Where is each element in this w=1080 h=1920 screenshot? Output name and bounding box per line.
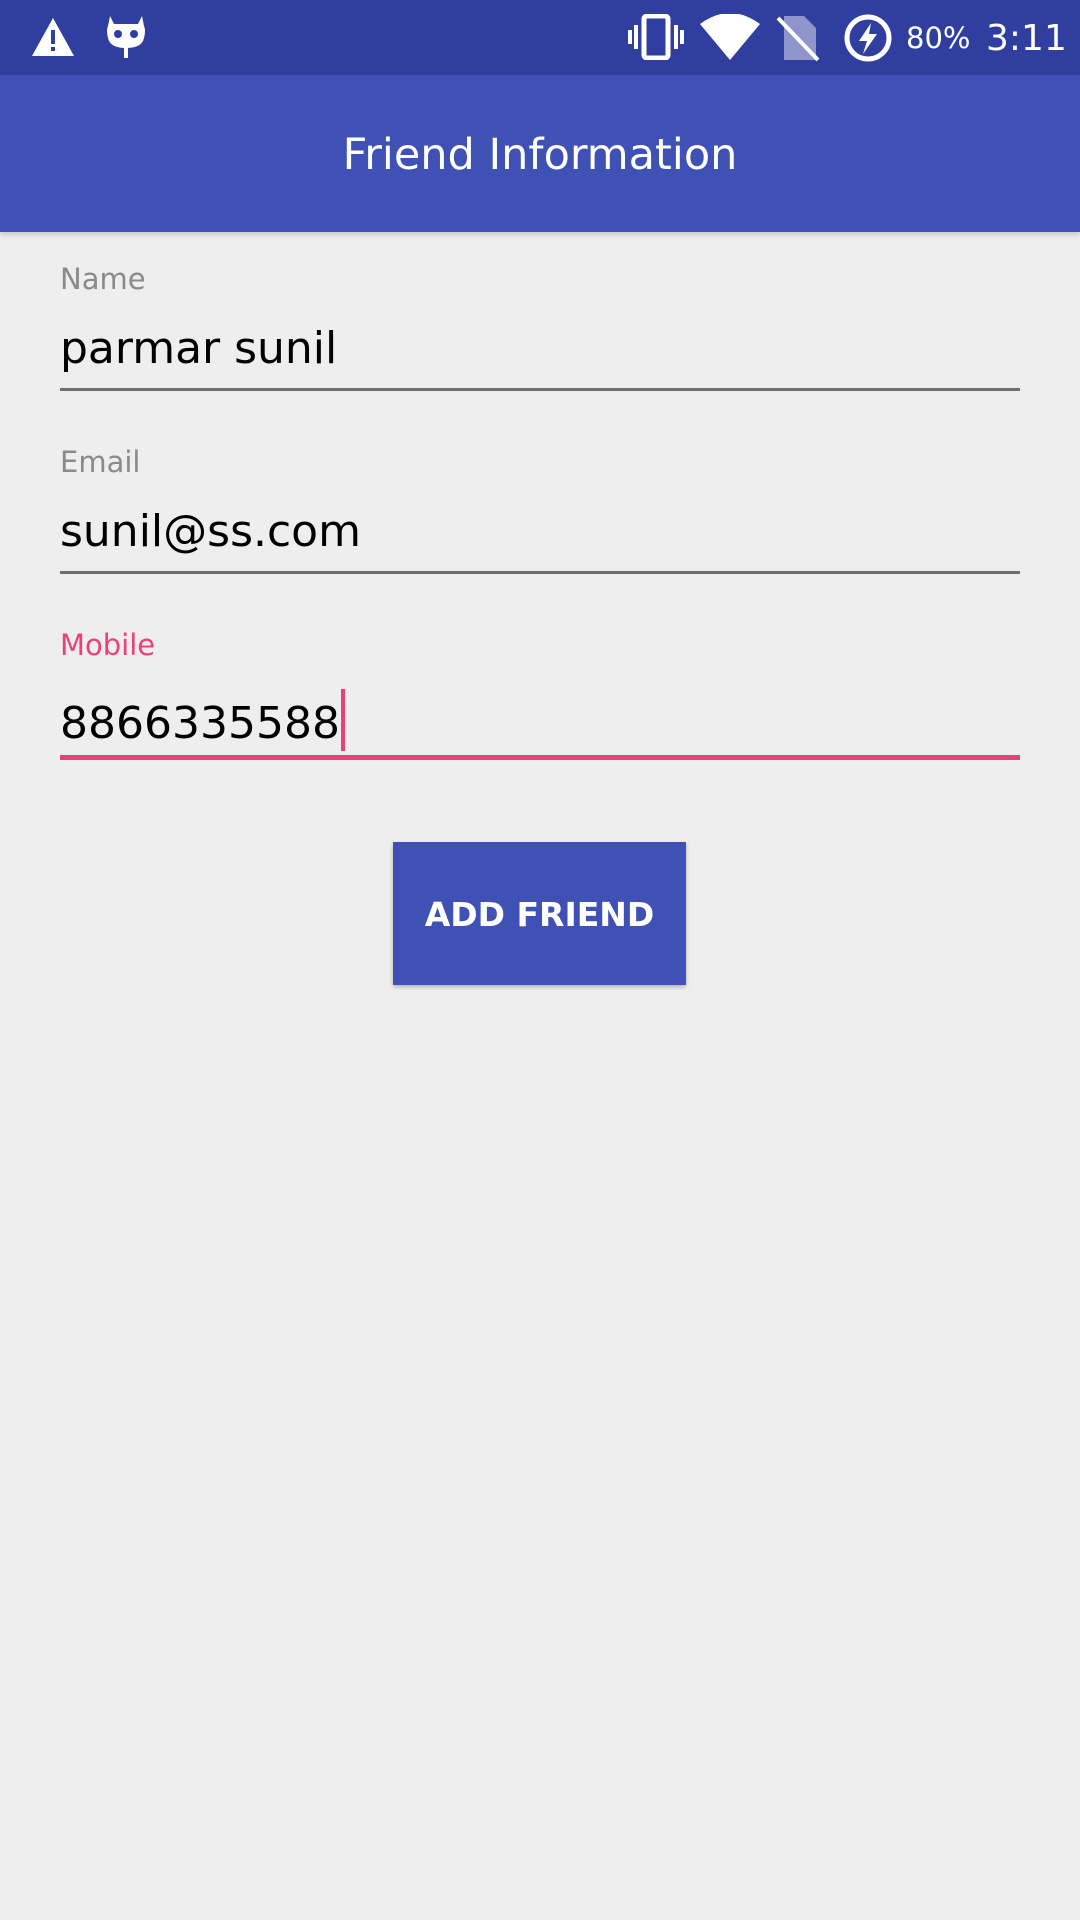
page-title: Friend Information [342,130,738,180]
battery-charging-icon [844,14,892,62]
mobile-input[interactable]: 8866335588 [60,689,1020,751]
vibrate-icon [628,14,684,60]
mobile-label: Mobile [60,628,156,662]
name-label: Name [60,262,146,296]
cyanogen-mascot-icon [107,16,145,58]
wifi-icon [700,14,760,60]
clock-time: 3:11 [986,18,1067,59]
email-underline [60,571,1020,574]
email-input[interactable]: sunil@ss.com [60,506,1020,566]
no-sim-icon [776,16,820,62]
battery-percentage: 80% [906,21,971,55]
status-bar: 80% 3:11 [0,0,1080,75]
name-underline [60,388,1020,391]
email-label: Email [60,445,141,479]
warning-icon [32,18,74,56]
add-friend-button[interactable]: ADD FRIEND [393,842,686,985]
mobile-value: 8866335588 [60,698,340,749]
app-bar: Friend Information [0,75,1080,232]
text-cursor [340,689,345,751]
name-value: parmar sunil [60,323,338,374]
mobile-underline [60,755,1020,760]
name-input[interactable]: parmar sunil [60,323,1020,383]
email-value: sunil@ss.com [60,506,361,557]
